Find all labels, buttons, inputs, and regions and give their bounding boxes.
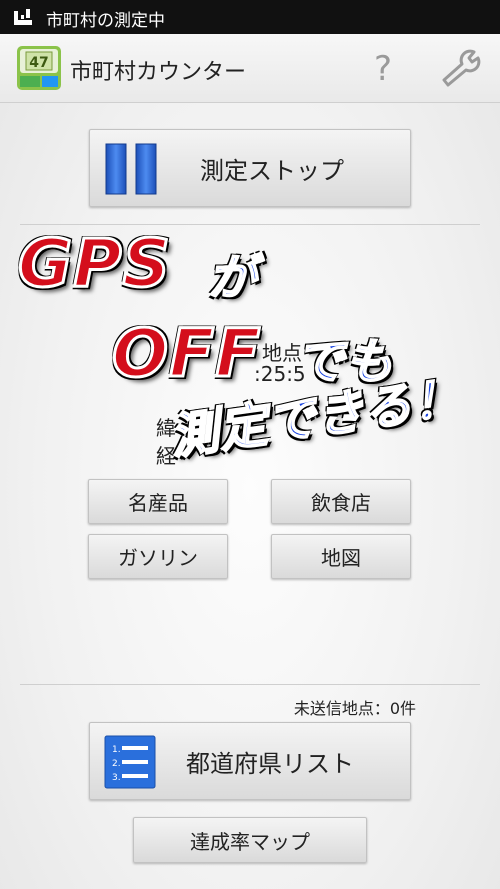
svg-text:2.: 2.: [112, 759, 121, 769]
app-title: 市町村カウンター: [70, 60, 247, 85]
map-button[interactable]: 地図: [271, 534, 411, 579]
restaurants-button[interactable]: 飲食店: [271, 479, 411, 524]
svg-text:?: ?: [374, 50, 392, 86]
specialty-products-button[interactable]: 名産品: [88, 479, 228, 524]
achievement-map-button[interactable]: 達成率マップ: [133, 817, 367, 863]
svg-text:1.: 1.: [112, 745, 121, 755]
gas-station-label: ガソリン: [118, 546, 198, 570]
wrench-icon[interactable]: [438, 48, 482, 88]
gas-station-button[interactable]: ガソリン: [88, 534, 228, 579]
bottom-divider: [20, 684, 480, 685]
restaurants-label: 飲食店: [311, 491, 371, 515]
status-text: 市町村の測定中: [46, 11, 165, 31]
stop-measurement-button[interactable]: 測定ストップ: [89, 129, 411, 207]
prefecture-list-label: 都道府県リスト: [186, 749, 354, 778]
specialty-products-label: 名産品: [128, 491, 188, 515]
svg-text:47: 47: [29, 55, 48, 71]
achievement-map-label: 達成率マップ: [190, 829, 310, 854]
pending-count-text: 未送信地点：0件: [293, 699, 416, 718]
promo-gps-text: GPS: [16, 224, 172, 304]
svg-text:3.: 3.: [112, 773, 121, 783]
map-label: 地図: [321, 546, 361, 570]
usb-icon: [14, 9, 32, 25]
promo-off-text: OFF: [110, 314, 262, 394]
prefecture-list-button[interactable]: 1. 2. 3. 都道府県リスト: [89, 722, 411, 800]
question-mark-icon[interactable]: ?: [368, 50, 398, 86]
action-bar: 47 市町村カウンター ?: [0, 34, 500, 103]
stop-button-label: 測定ストップ: [200, 156, 344, 185]
status-bar: 市町村の測定中: [0, 0, 500, 34]
app-logo-icon[interactable]: 47: [16, 45, 62, 91]
list-icon: 1. 2. 3.: [104, 735, 156, 789]
promo-ga-text: が: [207, 249, 258, 307]
pause-icon: [105, 143, 157, 195]
